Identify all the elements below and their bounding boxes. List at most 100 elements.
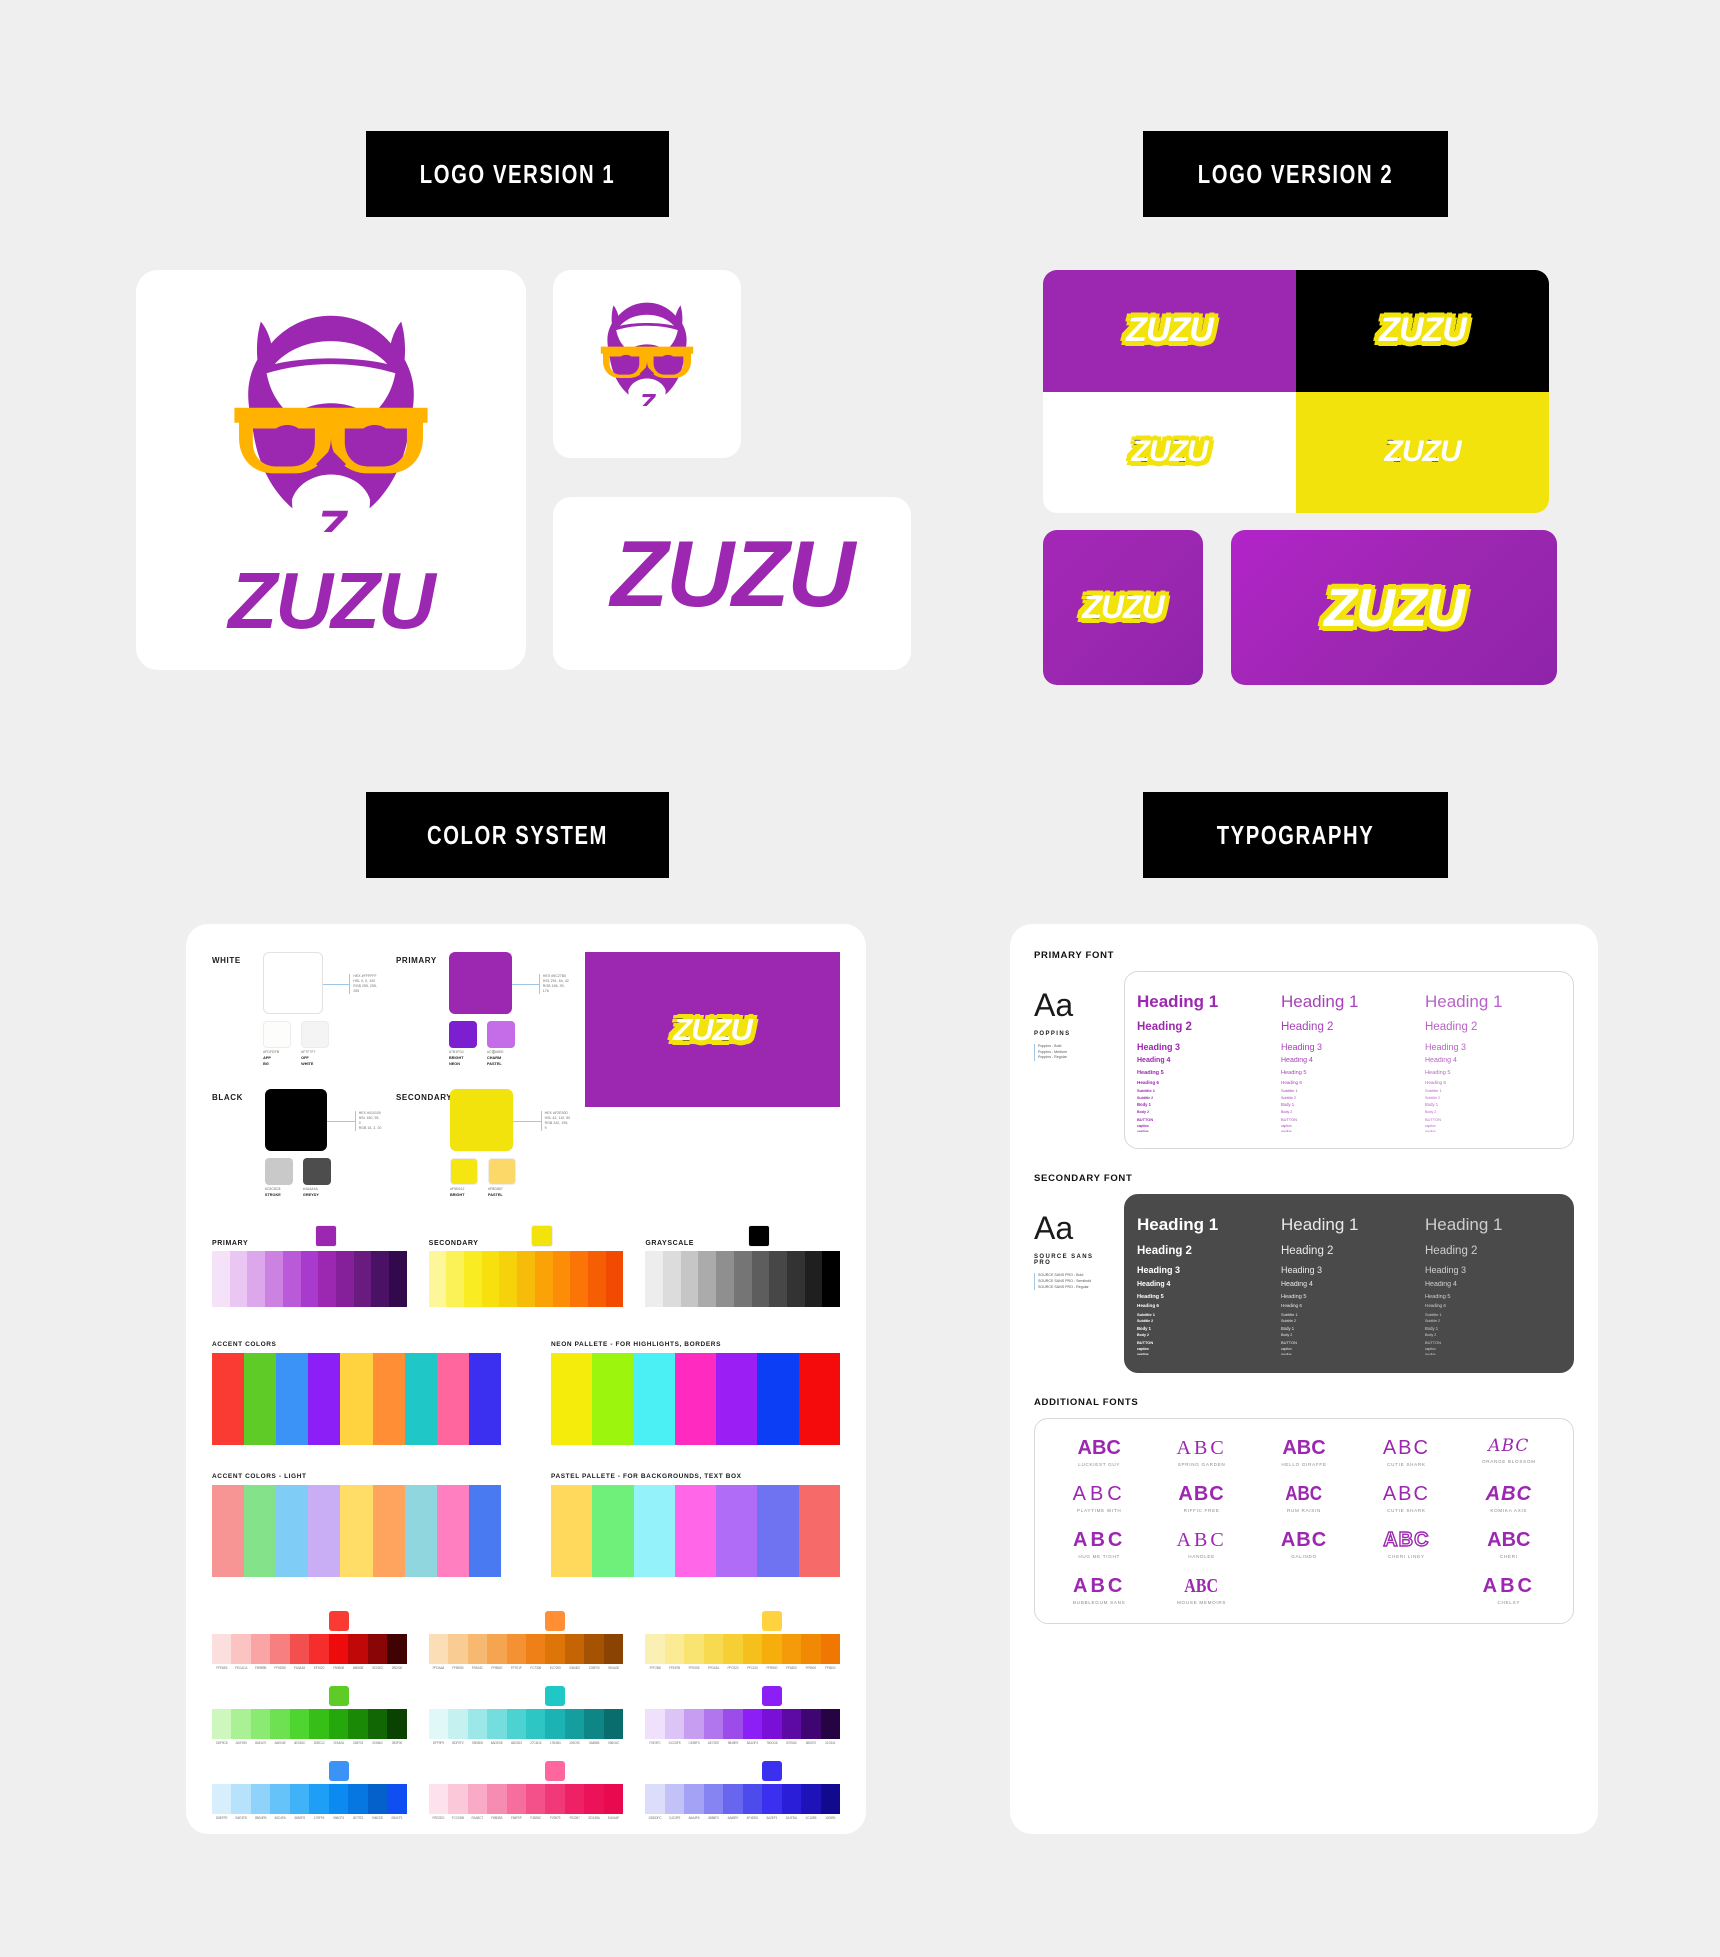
primary-font-specimen: Aa POPPINS Poppins - Bold Poppins - Mediu… [1034,971,1112,1149]
tonal-ramp-with-hex: FEE2ED FCC9DB FAABC7 F88DB3 F66F9F F4528C F239… [428,1760,624,1820]
color-group-label: BLACK [212,1093,243,1103]
type-scale-item: Heading 2 [1281,1244,1334,1257]
type-scale-item: Heading 6 [1281,1303,1302,1309]
color-sub-swatch: #C濃66EE CHARM PASTEL [486,1021,515,1067]
type-scale-item: Heading 6 [1425,1303,1446,1309]
type-scale-item: Subtitle 1 [1137,1088,1156,1094]
palette-label: NEON PALLETE - FOR HIGHLIGHTS, BORDERS [551,1340,722,1348]
ramp-label: SECONDARY [428,1239,479,1247]
font-specimen-cell: ABC CUTIE SHARK [1358,1483,1454,1513]
type-scale-item: Body 1 [1137,1102,1151,1108]
secondary-font-label: SECONDARY FONT [1034,1173,1133,1185]
svg-text:Z: Z [638,389,656,406]
ramp-chip [328,1685,349,1706]
type-scale-item: overline [1137,1352,1149,1357]
primary-font-label: PRIMARY FONT [1034,950,1115,961]
type-scale-item: Heading 1 [1425,992,1503,1011]
ramp-hex-labels: FFF2B8 FFE87B FFE055 FFD43A FFC920 FFC100 FFB9… [649,1665,836,1670]
section-title-typography: TYPOGRAPHY [1216,819,1375,850]
type-scale-item: overline [1281,1352,1292,1357]
type-scale-item: Heading 4 [1281,1057,1313,1065]
font-specimen-name: GALINDO [1291,1553,1317,1559]
font-specimen-name: HANDLEE [1188,1553,1215,1559]
type-scale-item: Subtitle 2 [1281,1095,1296,1100]
type-scale-item: Subtitle 2 [1137,1095,1154,1100]
type-scale-item: Heading 3 [1281,1041,1323,1052]
font-specimen-abc: ABC [1072,1482,1126,1505]
type-scale-item: Heading 5 [1425,1070,1451,1077]
type-scale-item: BUTTON [1425,1116,1441,1122]
font-specimen-cell: ABC GALINDO [1256,1529,1352,1559]
font-specimen-abc: ABC [1073,1574,1126,1597]
secondary-font-scale-box: Heading 1 Heading 2 Heading 3 Heading 4 … [1124,1194,1574,1373]
color-sub-swatch: #C8C8C8 STROKE [264,1158,293,1199]
color-spec: HEX #010100 HSL 180, 95, 0 RGB 15, 2, 20 [358,1111,382,1131]
logo-v2-square-badge: ZUZU [1043,530,1203,685]
color-sub-swatch: #FDFDFB APP BG [263,1021,292,1067]
hero-wordmark: ZUZU [672,1010,755,1048]
color-spec: HEX #FFFFFF HSL 0, 0, 100 RGB 255, 255, 25… [353,974,378,993]
ramp-label: PRIMARY [212,1239,249,1247]
ramp-hex-labels: D8EFFE B4E3FD 8BD4FB 60C4FA 36B2F8 179FF6 058C… [215,1815,403,1820]
logo-v2-tile-black: ZUZU [1296,270,1549,392]
owl-z-letter: Z [314,500,349,532]
typography-panel: PRIMARY FONT Aa POPPINS Poppins - Bold Po… [1010,924,1598,1834]
type-scale-item: Heading 5 [1281,1070,1307,1077]
color-swatch-main [263,952,324,1014]
type-scale-item: Body 2 [1137,1333,1149,1338]
ramp-hex-labels: D6F9C8 ADF290 8AEA70 6AE04E 4ED52C 32BC12 1FA4… [216,1740,403,1745]
logo-v2-background-grid: ZUZU ZUZU ZUZU ZUZU [1043,270,1549,513]
font-specimen-name: HELLO GIRAFFE [1281,1461,1327,1467]
color-sub-swatch: #F7F7F7 OFF WHITE [301,1021,330,1067]
type-scale-item: Body 1 [1281,1102,1295,1108]
color-sub-swatch: #F5E612 BRIGHT [450,1158,478,1199]
type-scale-item: Heading 6 [1137,1079,1159,1085]
type-scale-item: Subtitle 1 [1425,1311,1442,1317]
color-group-white: WHITE HEX #FFFFFF HSL 0, 0, 100 RGB 255, 2… [212,952,382,1067]
type-scale-item: Body 1 [1425,1325,1439,1331]
type-scale-item: Subtitle 1 [1425,1088,1442,1094]
font-specimen-abc: ABC [1485,1482,1532,1505]
ramp-hex-labels: FEE2ED FCC9DB FAABC7 F88DB3 F66F9F F4528C F239… [432,1815,620,1820]
color-group-label: WHITE [212,956,241,965]
font-specimen-name: CHERI LINEY [1388,1553,1425,1559]
ramp-hex-labels: F0E3FC DCC6F8 C49BF3 AE72EE 9849E9 8A1DF4 760C… [649,1740,836,1745]
type-scale-item: Subtitle 2 [1137,1318,1154,1323]
type-scale-item: Body 1 [1137,1325,1151,1331]
ramp-chip [761,1760,782,1781]
font-specimen-abc: ABC [1382,1482,1430,1505]
accent-colors-block: ACCENT COLORS [212,1341,501,1445]
type-scale-item: Body 2 [1281,1109,1293,1114]
color-system-panel: WHITE HEX #FFFFFF HSL 0, 0, 100 RGB 255, 2… [186,924,866,1834]
neon-pallete-block: NEON PALLETE - FOR HIGHLIGHTS, BORDERS [551,1341,840,1445]
owl-mascot-icon-small: Z [600,302,694,406]
ramp-chip [314,1224,337,1247]
additional-fonts-box: ABC LUCKIEST GUY ABC SPRING GARDEN ABC H… [1034,1417,1574,1624]
logo-v2-wordmark: ZUZU [1125,310,1216,351]
type-scale-item: Heading 5 [1137,1293,1164,1300]
type-scale-item: Subtitle 1 [1281,1088,1298,1094]
type-scale-column: Heading 1 Heading 2 Heading 3 Heading 4 … [1137,986,1273,1134]
type-scale-item: Heading 1 [1281,1215,1359,1235]
type-scale-item: Heading 2 [1137,1244,1192,1257]
type-scale-item: Heading 2 [1137,1021,1192,1034]
type-scale-item: BUTTON [1281,1116,1297,1122]
font-specimen-abc: ABC [1488,1435,1530,1456]
tonal-ramp-with-hex: FFE6E6 FECACA FB9B9B FF5D5D FA3A3A EF2020 F50B… [212,1610,407,1670]
type-scale-item: Heading 2 [1425,1244,1478,1257]
ramp-chip [761,1685,782,1706]
ramp-chip [545,1685,566,1706]
font-specimen-name: RIFFIC FREE [1183,1507,1220,1513]
section-title-color-system: COLOR SYSTEM [427,819,608,850]
type-scale-item: Heading 4 [1425,1057,1457,1065]
font-specimen-cell: ABC PLAYTIME WITH [1051,1483,1147,1513]
font-specimen-abc: ABC [1487,1528,1531,1551]
color-spec: HEX #F2E30D HSL 42, 110, 50 RGB 242, 195, … [544,1111,571,1131]
type-scale-column: Heading 1 Heading 2 Heading 3 Heading 4 … [1281,1209,1417,1357]
ramp-chip [747,1224,770,1247]
type-scale-item: Body 2 [1137,1109,1149,1114]
type-scale-item: Heading 1 [1425,1215,1503,1235]
type-scale-item: overline [1281,1128,1292,1133]
color-spec: HEX #9C27B0 HSL 291, 64, 42 RGB 156, 39, 1… [542,974,569,993]
font-specimen-cell [1256,1575,1352,1605]
